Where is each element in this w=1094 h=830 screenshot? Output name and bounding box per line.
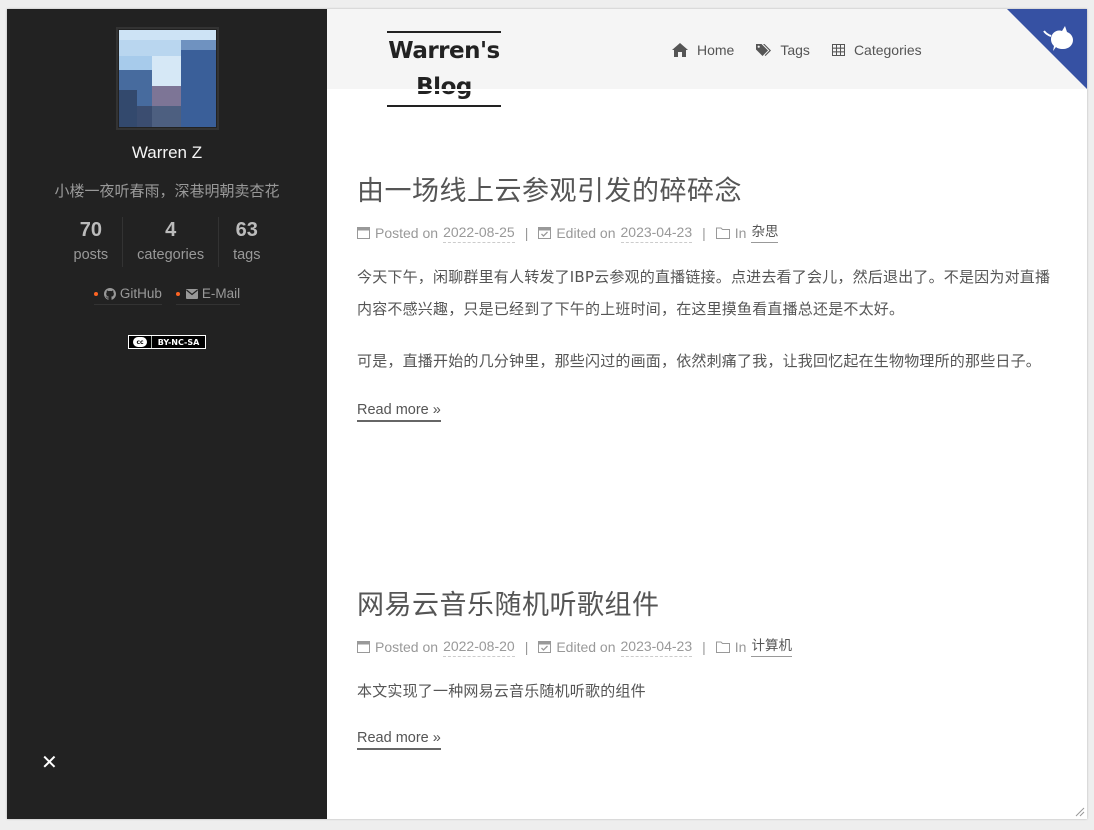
avatar-image <box>119 30 216 127</box>
folder-icon <box>715 227 730 239</box>
email-link-label: E-Mail <box>201 286 241 301</box>
menu-item-categories[interactable]: Categories <box>831 42 922 58</box>
email-link[interactable]: E-Mail <box>175 284 241 305</box>
edited-date: 2023-04-23 <box>620 222 693 243</box>
site-title: Warren's Blog <box>388 38 500 100</box>
posted-date: 2022-08-20 <box>443 636 515 657</box>
post-excerpt: 本文实现了一种网易云音乐随机听歌的组件 <box>357 675 1057 707</box>
github-link-label: GitHub <box>119 286 162 301</box>
menu-item-categories-label: Categories <box>853 42 922 58</box>
excerpt-paragraph: 可是，直播开始的几分钟里，那些闪过的画面，依然刺痛了我，让我回忆起在生物物理所的… <box>357 352 1042 370</box>
posts-label: posts <box>73 247 109 263</box>
envelope-icon <box>185 288 198 299</box>
post-meta: Posted on 2022-08-25 | Edited on 2023-04… <box>357 222 1057 243</box>
posted-label: Posted on <box>375 224 439 241</box>
edited-date: 2023-04-23 <box>620 636 693 657</box>
excerpt-paragraph: 今天下午，闲聊群里有人转发了IBP云参观的直播链接。点进去看了会儿，然后退出了。… <box>357 268 1051 318</box>
categories-label: categories <box>137 247 205 263</box>
state-categories[interactable]: 4 categories <box>122 217 218 267</box>
category-link[interactable]: 计算机 <box>751 636 792 657</box>
link-dot <box>93 291 98 296</box>
excerpt-paragraph: 本文实现了一种网易云音乐随机听歌的组件 <box>357 682 646 700</box>
avatar <box>116 27 219 130</box>
posts-count: 70 <box>79 219 102 241</box>
post-title[interactable]: 由一场线上云参观引发的碎碎念 <box>357 172 1057 212</box>
github-link[interactable]: GitHub <box>93 284 162 305</box>
category-link[interactable]: 杂思 <box>751 222 779 243</box>
calendar-icon <box>357 227 370 239</box>
github-icon <box>103 287 116 300</box>
menu-item-tags-label: Tags <box>780 42 810 58</box>
tags-icon <box>756 43 772 56</box>
social-links: GitHub E-Mail <box>7 284 327 305</box>
home-icon <box>672 43 688 57</box>
close-sidebar-button[interactable]: ✕ <box>41 752 58 772</box>
read-more-button[interactable]: Read more » <box>357 402 441 422</box>
in-label: In <box>734 224 747 241</box>
post-excerpt: 今天下午，闲聊群里有人转发了IBP云参观的直播链接。点进去看了会儿，然后退出了。… <box>357 261 1057 377</box>
tags-count: 63 <box>235 219 258 241</box>
site-state: 70 posts 4 categories 63 tags <box>7 217 327 267</box>
menu-item-home[interactable]: Home <box>672 42 734 58</box>
resize-grip-icon[interactable] <box>1073 805 1085 817</box>
posted-date: 2022-08-25 <box>443 222 515 243</box>
calendar-icon <box>357 641 370 653</box>
state-posts[interactable]: 70 posts <box>60 217 123 267</box>
post-meta: Posted on 2022-08-20 | Edited on 2023-04… <box>357 636 1057 657</box>
cc-logo-icon: cc <box>129 336 151 348</box>
categories-count: 4 <box>165 219 177 241</box>
license-badge[interactable]: cc BY-NC-SA <box>128 335 206 349</box>
post-item: 网易云音乐随机听歌组件 Posted on 2022-08-20 | Edite… <box>357 586 1057 750</box>
link-dot <box>175 291 180 296</box>
github-corner-icon[interactable] <box>1007 9 1087 89</box>
th-icon <box>831 44 845 56</box>
menu-item-home-label: Home <box>697 42 735 58</box>
post-title[interactable]: 网易云音乐随机听歌组件 <box>357 586 1057 626</box>
post-item: 由一场线上云参观引发的碎碎念 Posted on 2022-08-25 | Ed… <box>357 172 1057 422</box>
calendar-check-icon <box>538 641 552 653</box>
main-menu: Home Tags Categories <box>672 42 922 58</box>
sidebar: Warren Z 小楼一夜听春雨，深巷明朝卖杏花 70 posts 4 cate… <box>7 9 327 819</box>
site-brand[interactable]: Warren's Blog <box>368 31 520 107</box>
calendar-check-icon <box>538 227 552 239</box>
site-header: Warren's Blog Home Tags Categories <box>327 9 1087 107</box>
read-more-button[interactable]: Read more » <box>357 730 441 750</box>
author-description: 小楼一夜听春雨，深巷明朝卖杏花 <box>54 182 280 200</box>
license-label: BY-NC-SA <box>152 336 205 348</box>
state-tags[interactable]: 63 tags <box>218 217 274 267</box>
edited-label: Edited on <box>556 224 616 241</box>
posted-label: Posted on <box>375 638 439 655</box>
in-label: In <box>734 638 747 655</box>
page-frame: Warren Z 小楼一夜听春雨，深巷明朝卖杏花 70 posts 4 cate… <box>7 9 1087 819</box>
author-name: Warren Z <box>131 143 203 162</box>
edited-label: Edited on <box>556 638 616 655</box>
folder-icon <box>715 641 730 653</box>
menu-item-tags[interactable]: Tags <box>756 42 810 58</box>
tags-label: tags <box>233 247 261 263</box>
